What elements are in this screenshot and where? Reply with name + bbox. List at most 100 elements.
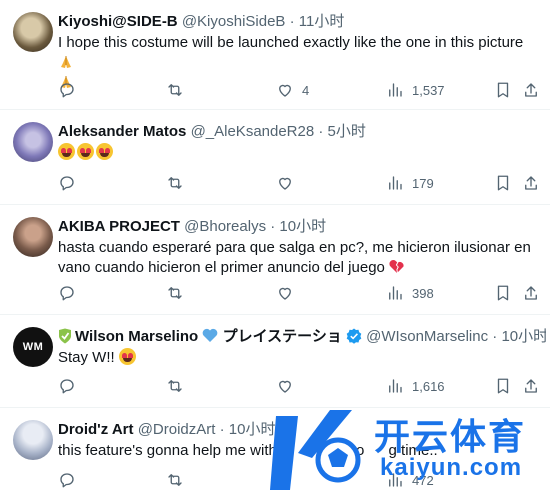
separator: ·	[318, 123, 324, 140]
avatar-initials: WM	[22, 341, 44, 353]
bookmark-button[interactable]	[494, 376, 512, 396]
separator: ·	[270, 218, 276, 235]
bar-chart-icon	[389, 286, 402, 300]
views-count: 1,537	[412, 82, 445, 98]
author-handle[interactable]: @DroidzArt	[138, 421, 216, 438]
reply-button[interactable]	[58, 470, 76, 490]
retweet-button[interactable]	[166, 173, 184, 193]
retweet-icon	[168, 380, 182, 392]
like-button[interactable]: 4	[276, 80, 309, 100]
bar-chart-icon	[389, 83, 402, 97]
author-handle[interactable]: @WIsonMarselinc	[366, 328, 488, 345]
like-button[interactable]	[276, 376, 294, 396]
retweet-button[interactable]	[166, 80, 192, 100]
reply-button[interactable]	[58, 173, 76, 193]
retweet-icon	[168, 84, 182, 96]
author-handle[interactable]: @Bhorealys	[184, 218, 266, 235]
retweet-button[interactable]	[166, 376, 184, 396]
shield-badge-icon	[59, 328, 71, 344]
retweet-button[interactable]	[166, 470, 184, 490]
heart-icon	[279, 84, 291, 97]
avatar[interactable]: WM	[13, 327, 53, 367]
share-button[interactable]	[522, 283, 540, 303]
views-button[interactable]: 398	[386, 283, 434, 303]
tweet-actions: 4 1,537	[58, 80, 544, 100]
like-button[interactable]	[276, 173, 294, 193]
reply-icon	[60, 473, 74, 488]
tweet-5[interactable]: Droid'z Art @DroidzArt · 10小时 this featu…	[0, 408, 550, 499]
author-name[interactable]: Wilson Marselino	[75, 328, 198, 345]
tweet-text-content: I hope this costume will be launched exa…	[58, 34, 524, 51]
tweet-actions: 1,616	[58, 376, 544, 396]
tweet-actions: 472	[58, 470, 544, 490]
like-count: 4	[302, 82, 310, 98]
author-handle[interactable]: @KiyoshiSideB	[182, 13, 286, 30]
avatar[interactable]	[13, 12, 53, 52]
retweet-button[interactable]	[166, 283, 184, 303]
tweet-text-tail: two	[341, 442, 365, 459]
heart-eyes-emoji-icon	[96, 143, 113, 160]
author-name[interactable]: Droid'z Art	[58, 421, 134, 438]
tweet-header: Wilson Marselino プレイステーショ @WIsonMarselin…	[58, 327, 546, 347]
like-button[interactable]	[276, 283, 294, 303]
tweet-3[interactable]: AKIBA PROJECT @Bhorealys · 10小时 hasta cu…	[0, 205, 550, 315]
bar-chart-icon	[389, 473, 402, 487]
share-button[interactable]	[522, 80, 540, 100]
bookmark-button[interactable]	[494, 80, 512, 100]
separator: ·	[219, 421, 225, 438]
views-count: 1,616	[412, 378, 445, 394]
bookmark-icon	[497, 378, 509, 394]
reply-icon	[60, 286, 74, 301]
tweet-1[interactable]: Kiyoshi@SIDE-B @KiyoshiSideB · 11小时 I ho…	[0, 0, 550, 110]
tweet-header: AKIBA PROJECT @Bhorealys · 10小时	[58, 217, 326, 237]
reply-button[interactable]	[58, 80, 84, 100]
tweet-text-content: hasta cuando esperaré para que salga en …	[58, 239, 531, 276]
tweet-time[interactable]: 11小时	[299, 13, 345, 30]
share-button[interactable]	[522, 173, 540, 193]
tweet-time[interactable]: 5小时	[328, 123, 366, 140]
heart-eyes-emoji-icon	[118, 348, 136, 365]
blue-heart-emoji-icon	[203, 328, 218, 342]
tweet-time[interactable]: 10小时	[501, 328, 546, 345]
tweet-time[interactable]: 10小时	[279, 218, 326, 235]
tweet-actions: 398	[58, 283, 544, 303]
views-count: 179	[412, 175, 434, 191]
retweet-icon	[168, 287, 182, 299]
author-name[interactable]: Aleksander Matos	[58, 123, 186, 140]
share-icon	[525, 176, 537, 190]
tweet-header: Kiyoshi@SIDE-B @KiyoshiSideB · 11小时	[58, 12, 344, 32]
avatar[interactable]	[13, 420, 53, 460]
reply-button[interactable]	[58, 376, 76, 396]
reply-icon	[60, 379, 74, 394]
bar-chart-icon	[389, 176, 402, 190]
avatar[interactable]	[13, 122, 53, 162]
author-name[interactable]: AKIBA PROJECT	[58, 218, 180, 235]
share-icon	[525, 83, 537, 97]
heart-icon	[279, 380, 291, 393]
bookmark-button[interactable]	[494, 283, 512, 303]
views-count: 472	[412, 472, 434, 488]
views-button[interactable]: 179	[386, 173, 434, 193]
views-button[interactable]: 1,616	[386, 376, 445, 396]
views-button[interactable]: 1,537	[386, 80, 445, 100]
views-count: 398	[412, 285, 434, 301]
author-name-suffix[interactable]: プレイステーショ	[223, 328, 342, 345]
tweet-text-tail-2: g time..	[388, 442, 438, 459]
bookmark-button[interactable]	[494, 173, 512, 193]
heart-icon	[279, 287, 291, 300]
tweet-2[interactable]: Aleksander Matos @_AleKsandeR28 · 5小时 17…	[0, 110, 550, 205]
tweet-text: Stay W!!	[58, 348, 536, 368]
tweet-4[interactable]: WM Wilson Marselino プレイステーショ @WIsonMarse…	[0, 315, 550, 408]
author-handle[interactable]: @_AleKsandeR28	[191, 123, 315, 140]
heart-eyes-emoji-icon	[77, 143, 94, 160]
share-icon	[525, 379, 537, 393]
share-button[interactable]	[522, 376, 540, 396]
tweet-text: this feature's gonna help me with two g …	[58, 441, 536, 461]
tweet-time[interactable]: 10小时	[229, 421, 276, 438]
reply-button[interactable]	[58, 283, 76, 303]
views-button[interactable]: 472	[386, 470, 434, 490]
heart-eyes-emoji-icon	[58, 143, 75, 160]
avatar[interactable]	[13, 217, 53, 257]
author-name[interactable]: Kiyoshi@SIDE-B	[58, 13, 178, 30]
praying-hands-emoji-icon	[61, 56, 71, 68]
